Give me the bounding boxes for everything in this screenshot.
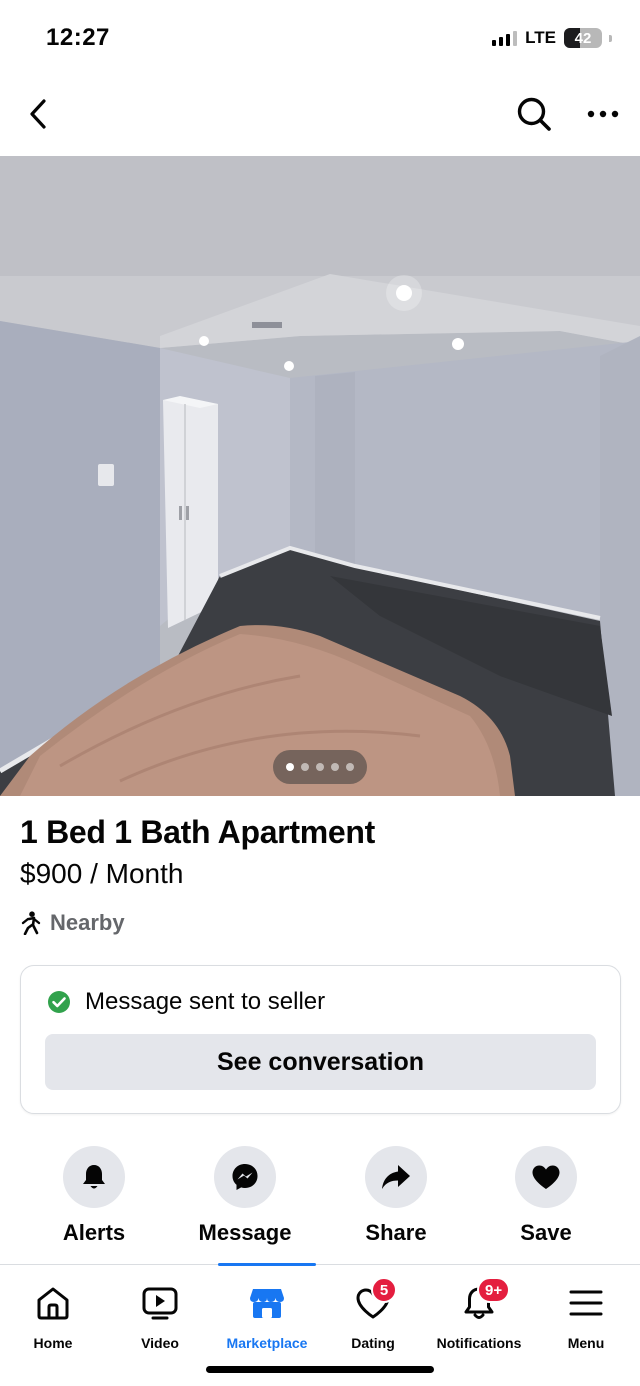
tab-notifications[interactable]: 9+ Notifications: [424, 1277, 534, 1351]
active-tab-indicator: [218, 1263, 316, 1266]
tab-menu-label: Menu: [567, 1335, 605, 1351]
action-row: Alerts Message Share Save: [0, 1146, 640, 1256]
listing-price: $900 / Month: [20, 858, 184, 889]
pager-dot: [301, 763, 309, 771]
share-icon: [382, 1165, 410, 1189]
notifications-badge: 9+: [477, 1277, 511, 1303]
bell-icon: [83, 1165, 105, 1189]
status-bar: 12:27 LTE 42: [0, 0, 640, 78]
battery-level: 42: [574, 29, 592, 47]
message-label: Message: [198, 1220, 292, 1245]
message-card: Message sent to seller See conversation: [20, 965, 621, 1114]
alerts-icon-circle: [63, 1146, 125, 1208]
location-text: Nearby: [50, 910, 125, 935]
tab-home[interactable]: Home: [0, 1281, 108, 1351]
save-label: Save: [520, 1220, 572, 1245]
pager-dot: [286, 763, 294, 771]
signal-icon: [492, 30, 518, 46]
tab-marketplace-label: Marketplace: [226, 1335, 308, 1351]
message-icon-circle: [214, 1146, 276, 1208]
location-row: Nearby: [20, 910, 125, 936]
message-status-text: Message sent to seller: [85, 988, 326, 1015]
marketplace-icon: [250, 1289, 284, 1318]
tab-video-label: Video: [141, 1335, 179, 1351]
listing-photo[interactable]: [0, 156, 640, 796]
pager-dot: [346, 763, 354, 771]
tab-marketplace[interactable]: Marketplace: [212, 1281, 322, 1351]
tab-notifications-label: Notifications: [436, 1335, 522, 1351]
share-button[interactable]: Share: [326, 1146, 466, 1246]
menu-icon: [569, 1290, 603, 1316]
photo-pager[interactable]: [273, 750, 367, 784]
video-icon: [142, 1287, 178, 1320]
network-type: LTE: [525, 28, 556, 47]
top-nav: [0, 78, 640, 156]
chevron-left-icon: [30, 99, 46, 129]
search-button[interactable]: [514, 94, 554, 134]
share-icon-circle: [365, 1146, 427, 1208]
pager-dot: [316, 763, 324, 771]
share-label: Share: [365, 1220, 427, 1245]
check-circle-icon: [48, 991, 70, 1013]
home-icon: [37, 1287, 69, 1320]
listing-title: 1 Bed 1 Bath Apartment: [20, 814, 375, 850]
tab-video[interactable]: Video: [105, 1281, 215, 1351]
walking-icon: [21, 911, 41, 935]
alerts-label: Alerts: [62, 1220, 126, 1245]
search-icon: [517, 97, 551, 131]
status-time: 12:27: [46, 24, 110, 51]
status-indicators: LTE 42: [492, 28, 612, 48]
more-options-button[interactable]: [582, 94, 624, 134]
pager-dot: [331, 763, 339, 771]
back-button[interactable]: [20, 94, 56, 134]
messenger-icon: [232, 1164, 258, 1190]
save-button[interactable]: Save: [476, 1146, 616, 1246]
tab-menu[interactable]: Menu: [531, 1281, 640, 1351]
more-icon: [587, 110, 619, 118]
home-indicator[interactable]: [206, 1366, 434, 1373]
heart-icon: [532, 1165, 560, 1189]
room-illustration: [0, 156, 640, 796]
see-conversation-button[interactable]: See conversation: [45, 1034, 596, 1090]
tab-home-label: Home: [33, 1335, 73, 1351]
tab-dating[interactable]: 5 Dating: [318, 1277, 428, 1351]
message-button[interactable]: Message: [175, 1146, 315, 1246]
dating-badge: 5: [371, 1277, 397, 1303]
message-status: Message sent to seller: [47, 988, 325, 1016]
save-icon-circle: [515, 1146, 577, 1208]
battery-icon: 42: [564, 28, 602, 48]
tab-dating-label: Dating: [351, 1335, 395, 1351]
alerts-button[interactable]: Alerts: [24, 1146, 164, 1246]
